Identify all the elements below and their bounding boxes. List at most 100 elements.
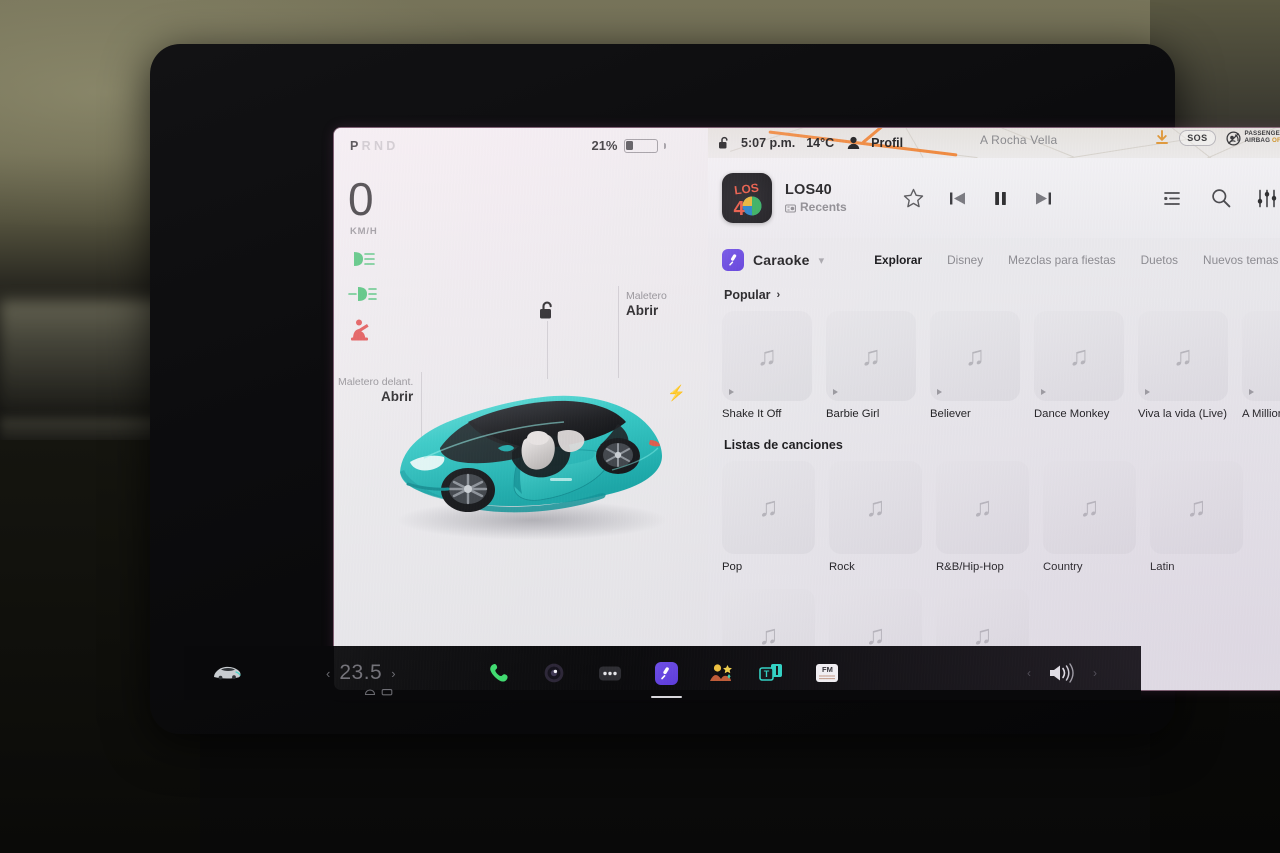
song-thumbnail[interactable]: ♫ xyxy=(930,311,1020,401)
play-triangle-icon xyxy=(937,389,942,395)
battery-shell xyxy=(623,138,658,153)
tab-explorar[interactable]: Explorar xyxy=(874,253,922,267)
temp-decrease-button[interactable]: ‹ xyxy=(326,666,330,681)
playlist-card[interactable]: ♫ Country xyxy=(1043,461,1136,574)
tab-duetos[interactable]: Duetos xyxy=(1141,253,1178,267)
playlist-thumbnail[interactable]: ♫ xyxy=(936,461,1029,555)
queue-button[interactable] xyxy=(1164,190,1185,207)
search-icon[interactable] xyxy=(1211,188,1231,208)
playlist-title: Country xyxy=(1043,561,1083,574)
song-thumbnail[interactable]: ♫ xyxy=(1138,311,1228,401)
battery-indicator[interactable]: 21% xyxy=(591,138,666,153)
camera-icon[interactable] xyxy=(543,662,565,684)
song-card[interactable]: ♫ Barbie Girl xyxy=(826,311,916,421)
play-triangle-icon xyxy=(729,389,734,395)
gear-n: N xyxy=(373,139,387,153)
music-note-icon: ♫ xyxy=(1186,492,1207,523)
track-source: Recents xyxy=(785,200,847,214)
chevron-right-icon[interactable]: › xyxy=(777,289,781,301)
karaoke-content[interactable]: Popular › ♫ Shake It Off ♫ Barbie Girl ♫… xyxy=(708,278,1280,690)
playlist-card[interactable]: ♫ Pop xyxy=(722,461,815,574)
tab-mezclas-para-fiestas[interactable]: Mezclas para fiestas xyxy=(1008,253,1116,267)
song-card[interactable]: ♫ Viva la vida (Live) xyxy=(1138,311,1228,421)
microphone-icon[interactable] xyxy=(722,249,744,271)
download-icon[interactable] xyxy=(1155,130,1169,146)
tunein-icon[interactable]: T xyxy=(758,662,789,684)
song-card[interactable]: ♫ Shake It Off xyxy=(722,311,812,421)
song-title: Viva la vida (Live) xyxy=(1138,408,1227,420)
song-thumbnail[interactable]: ♫ xyxy=(1034,311,1124,401)
playlist-title: R&B/Hip-Hop xyxy=(936,561,1004,574)
car-icon[interactable] xyxy=(212,664,242,682)
popular-row[interactable]: ♫ Shake It Off ♫ Barbie Girl ♫ Believer … xyxy=(722,311,1280,421)
song-card[interactable]: ♫ Believer xyxy=(930,311,1020,421)
section-header-popular[interactable]: Popular › xyxy=(724,288,1280,302)
app-name-label[interactable]: Caraoke xyxy=(753,252,810,268)
station-name: LOS40 xyxy=(785,182,832,198)
status-bar-right-group: SOS PASSENGER AIRBAG OFF xyxy=(1155,130,1280,146)
playlists-row[interactable]: ♫ Pop ♫ Rock ♫ R&B/Hip-Hop ♫ Country ♫ L… xyxy=(722,461,1280,574)
unlock-icon[interactable] xyxy=(718,136,730,150)
battery-fill xyxy=(626,141,633,150)
song-card[interactable]: ♫ Dance Monkey xyxy=(1034,311,1124,421)
next-track-button[interactable] xyxy=(1034,189,1053,208)
sos-button[interactable]: SOS xyxy=(1179,130,1217,146)
playlist-thumbnail[interactable]: ♫ xyxy=(722,461,815,555)
climate-control[interactable]: ‹ 23.5 › xyxy=(326,661,396,696)
playlist-title: Latin xyxy=(1150,561,1175,574)
song-title: Believer xyxy=(930,408,971,420)
speed-unit-label: KM/H xyxy=(350,226,378,237)
song-thumbnail[interactable]: ♫ xyxy=(1242,311,1280,401)
section-header-listas[interactable]: Listas de canciones xyxy=(724,438,1280,452)
trunk-label: Maletero xyxy=(626,290,667,302)
equalizer-icon[interactable] xyxy=(1257,189,1277,208)
seat-heater-icons xyxy=(364,687,393,696)
song-card[interactable]: ♫ A Million Drea xyxy=(1242,311,1280,421)
trunk-action[interactable]: Abrir xyxy=(626,303,667,318)
app-tabs: Explorar Disney Mezclas para fiestas Due… xyxy=(874,253,1278,267)
phone-icon[interactable] xyxy=(488,662,510,684)
music-note-icon: ♫ xyxy=(1068,340,1090,371)
svg-text:4: 4 xyxy=(733,198,745,220)
toybox-icon[interactable] xyxy=(708,662,733,684)
playlist-thumbnail[interactable]: ♫ xyxy=(1150,461,1243,555)
music-note-icon: ♫ xyxy=(758,492,779,523)
profile-name-label[interactable]: Profil xyxy=(871,136,903,150)
chevron-down-icon[interactable]: ▾ xyxy=(819,254,825,267)
song-thumbnail[interactable]: ♫ xyxy=(826,311,916,401)
playlist-thumbnail[interactable]: ♫ xyxy=(829,461,922,555)
volume-decrease-button[interactable]: ‹ xyxy=(1027,666,1031,680)
play-triangle-icon xyxy=(833,389,838,395)
vehicle-illustration[interactable] xyxy=(372,344,690,544)
album-art[interactable]: LOS 4 xyxy=(722,173,772,223)
music-note-icon: ♫ xyxy=(756,340,778,371)
tab-nuevos-temas[interactable]: Nuevos temas xyxy=(1203,253,1278,267)
playlist-thumbnail[interactable]: ♫ xyxy=(1043,461,1136,555)
playlist-card[interactable]: ♫ R&B/Hip-Hop xyxy=(936,461,1029,574)
karaoke-app-icon[interactable] xyxy=(650,661,682,698)
speaker-icon[interactable] xyxy=(1048,663,1076,683)
ellipsis-icon[interactable] xyxy=(598,664,622,683)
fm-radio-icon[interactable]: FM xyxy=(815,662,839,684)
tab-disney[interactable]: Disney xyxy=(947,253,983,267)
temp-increase-button[interactable]: › xyxy=(391,666,395,681)
volume-increase-button[interactable]: › xyxy=(1093,666,1097,680)
song-title: Barbie Girl xyxy=(826,408,880,420)
song-thumbnail[interactable]: ♫ xyxy=(722,311,812,401)
trunk-callout[interactable]: Maletero Abrir xyxy=(618,286,667,378)
person-icon[interactable] xyxy=(847,136,860,150)
radio-icon xyxy=(785,202,796,213)
playlist-card[interactable]: ♫ Rock xyxy=(829,461,922,574)
music-note-icon: ♫ xyxy=(1079,492,1100,523)
pause-button[interactable] xyxy=(991,189,1010,208)
sos-label: SOS xyxy=(1187,133,1208,143)
previous-track-button[interactable] xyxy=(948,189,967,208)
cabin-temperature-value[interactable]: 23.5 xyxy=(339,661,382,685)
touchscreen-bezel: PRND 0 KM/H 21% Maletero delant. Abrir M… xyxy=(150,44,1280,734)
dock-quick-apps xyxy=(488,661,682,698)
favorite-button[interactable] xyxy=(903,188,924,209)
playlist-title: Rock xyxy=(829,561,855,574)
playlist-card[interactable]: ♫ Latin xyxy=(1150,461,1243,574)
airbag-off-icon xyxy=(1226,130,1242,146)
tesla-touchscreen[interactable]: PRND 0 KM/H 21% Maletero delant. Abrir M… xyxy=(334,128,1280,690)
